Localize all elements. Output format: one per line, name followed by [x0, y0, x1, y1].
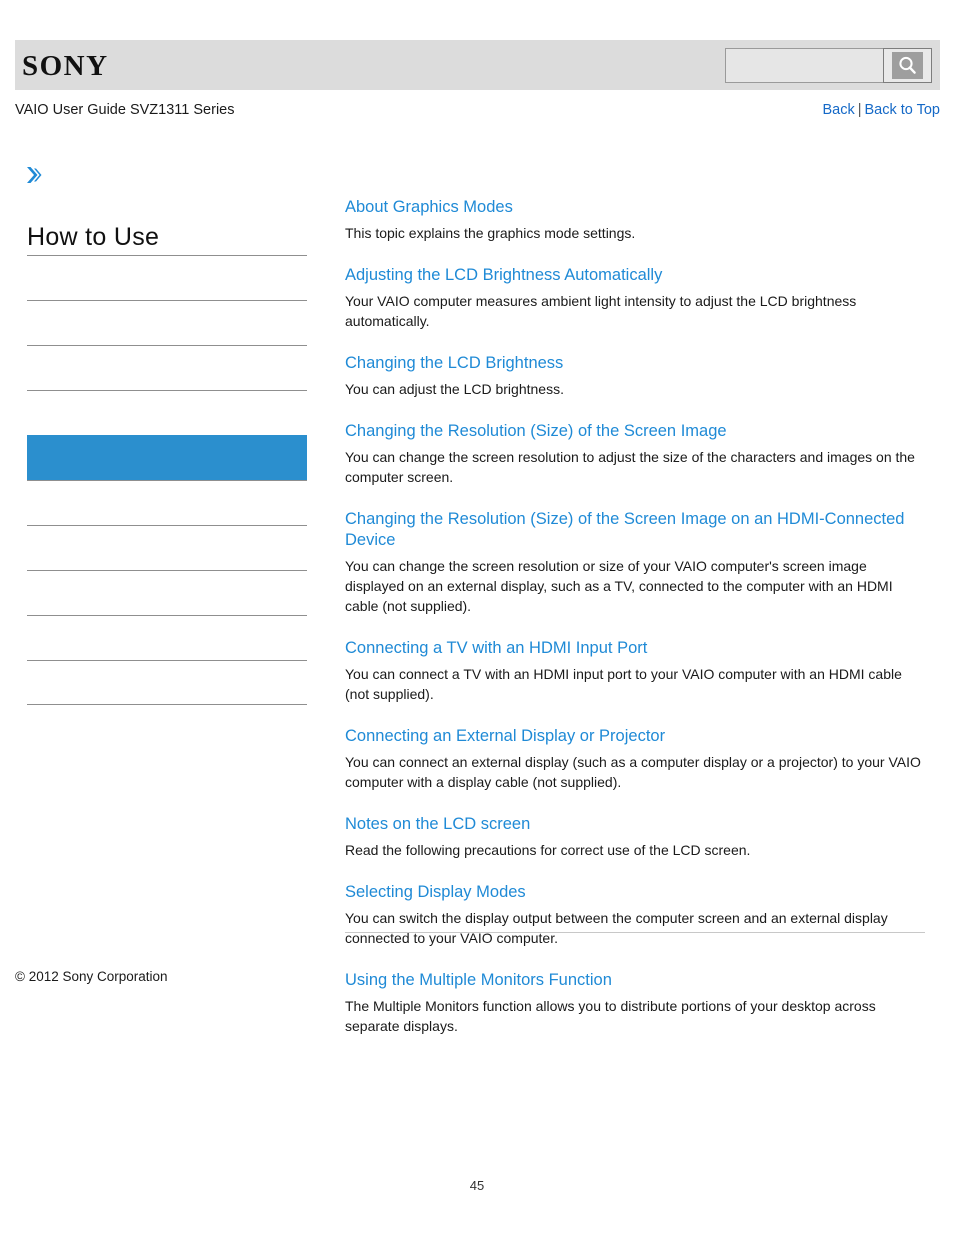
subheader: VAIO User Guide SVZ1311 Series Back | Back… — [15, 100, 940, 126]
sidebar-item-1[interactable] — [27, 255, 307, 300]
sidebar-nav-list — [27, 255, 307, 705]
topic-description: Your VAIO computer measures ambient ligh… — [345, 293, 857, 329]
topic-link[interactable]: Adjusting the LCD Brightness Automatical… — [345, 265, 927, 286]
page-title: How to Use — [27, 223, 160, 251]
nav-separator: | — [857, 102, 862, 118]
topic-link[interactable]: Using the Multiple Monitors Function — [345, 970, 927, 991]
guide-title: VAIO User Guide SVZ1311 Series — [15, 102, 235, 118]
sidebar-item-8[interactable] — [27, 570, 307, 615]
topic-link[interactable]: Notes on the LCD screen — [345, 814, 927, 835]
sidebar-item-10[interactable] — [27, 660, 307, 705]
sony-logo: SONY — [22, 50, 109, 82]
back-to-top-link[interactable]: Back to Top — [864, 102, 940, 118]
topic-item: Selecting Display Modes You can switch t… — [345, 882, 927, 948]
topic-link[interactable]: Connecting a TV with an HDMI Input Port — [345, 638, 927, 659]
sidebar-item-3[interactable] — [27, 345, 307, 390]
topic-link[interactable]: About Graphics Modes — [345, 197, 927, 218]
topic-description: You can change the screen resolution or … — [345, 558, 893, 614]
sidebar-item-4[interactable] — [27, 390, 307, 435]
search-input[interactable] — [725, 48, 883, 83]
double-chevron-right-icon — [24, 164, 44, 186]
topic-item: Connecting an External Display or Projec… — [345, 726, 927, 792]
topic-description: You can switch the display output betwee… — [345, 910, 888, 946]
topic-item: Using the Multiple Monitors Function The… — [345, 970, 927, 1036]
search-area — [725, 48, 932, 83]
topic-description: You can adjust the LCD brightness. — [345, 381, 564, 397]
topic-description: You can connect an external display (suc… — [345, 754, 921, 790]
topic-item: Connecting a TV with an HDMI Input Port … — [345, 638, 927, 704]
sidebar-item-9[interactable] — [27, 615, 307, 660]
topic-item: Adjusting the LCD Brightness Automatical… — [345, 265, 927, 331]
topic-item: Notes on the LCD screen Read the followi… — [345, 814, 927, 860]
sidebar-item-2[interactable] — [27, 300, 307, 345]
topic-description: You can connect a TV with an HDMI input … — [345, 666, 902, 702]
page-number: 45 — [469, 1178, 485, 1193]
sidebar-item-5-active[interactable] — [27, 435, 307, 480]
content-divider — [345, 932, 925, 933]
topic-item: Changing the Resolution (Size) of the Sc… — [345, 509, 927, 616]
sidebar-item-6[interactable] — [27, 480, 307, 525]
search-button[interactable] — [883, 48, 932, 83]
topic-link[interactable]: Selecting Display Modes — [345, 882, 927, 903]
topic-link[interactable]: Changing the LCD Brightness — [345, 353, 927, 374]
header-nav-links: Back | Back to Top — [822, 100, 940, 120]
search-icon — [892, 52, 923, 79]
topic-link[interactable]: Changing the Resolution (Size) of the Sc… — [345, 421, 927, 442]
topic-item: Changing the LCD Brightness You can adju… — [345, 353, 927, 399]
topic-link[interactable]: Connecting an External Display or Projec… — [345, 726, 927, 747]
topic-list: About Graphics Modes This topic explains… — [345, 197, 927, 1058]
copyright-notice: © 2012 Sony Corporation — [15, 969, 168, 984]
topic-description: This topic explains the graphics mode se… — [345, 225, 636, 241]
sidebar-item-7[interactable] — [27, 525, 307, 570]
topic-item: About Graphics Modes This topic explains… — [345, 197, 927, 243]
topic-description: The Multiple Monitors function allows yo… — [345, 998, 876, 1034]
topic-link[interactable]: Changing the Resolution (Size) of the Sc… — [345, 509, 927, 551]
topic-description: You can change the screen resolution to … — [345, 449, 915, 485]
topic-description: Read the following precautions for corre… — [345, 842, 751, 858]
back-link[interactable]: Back — [822, 102, 854, 118]
topic-item: Changing the Resolution (Size) of the Sc… — [345, 421, 927, 487]
